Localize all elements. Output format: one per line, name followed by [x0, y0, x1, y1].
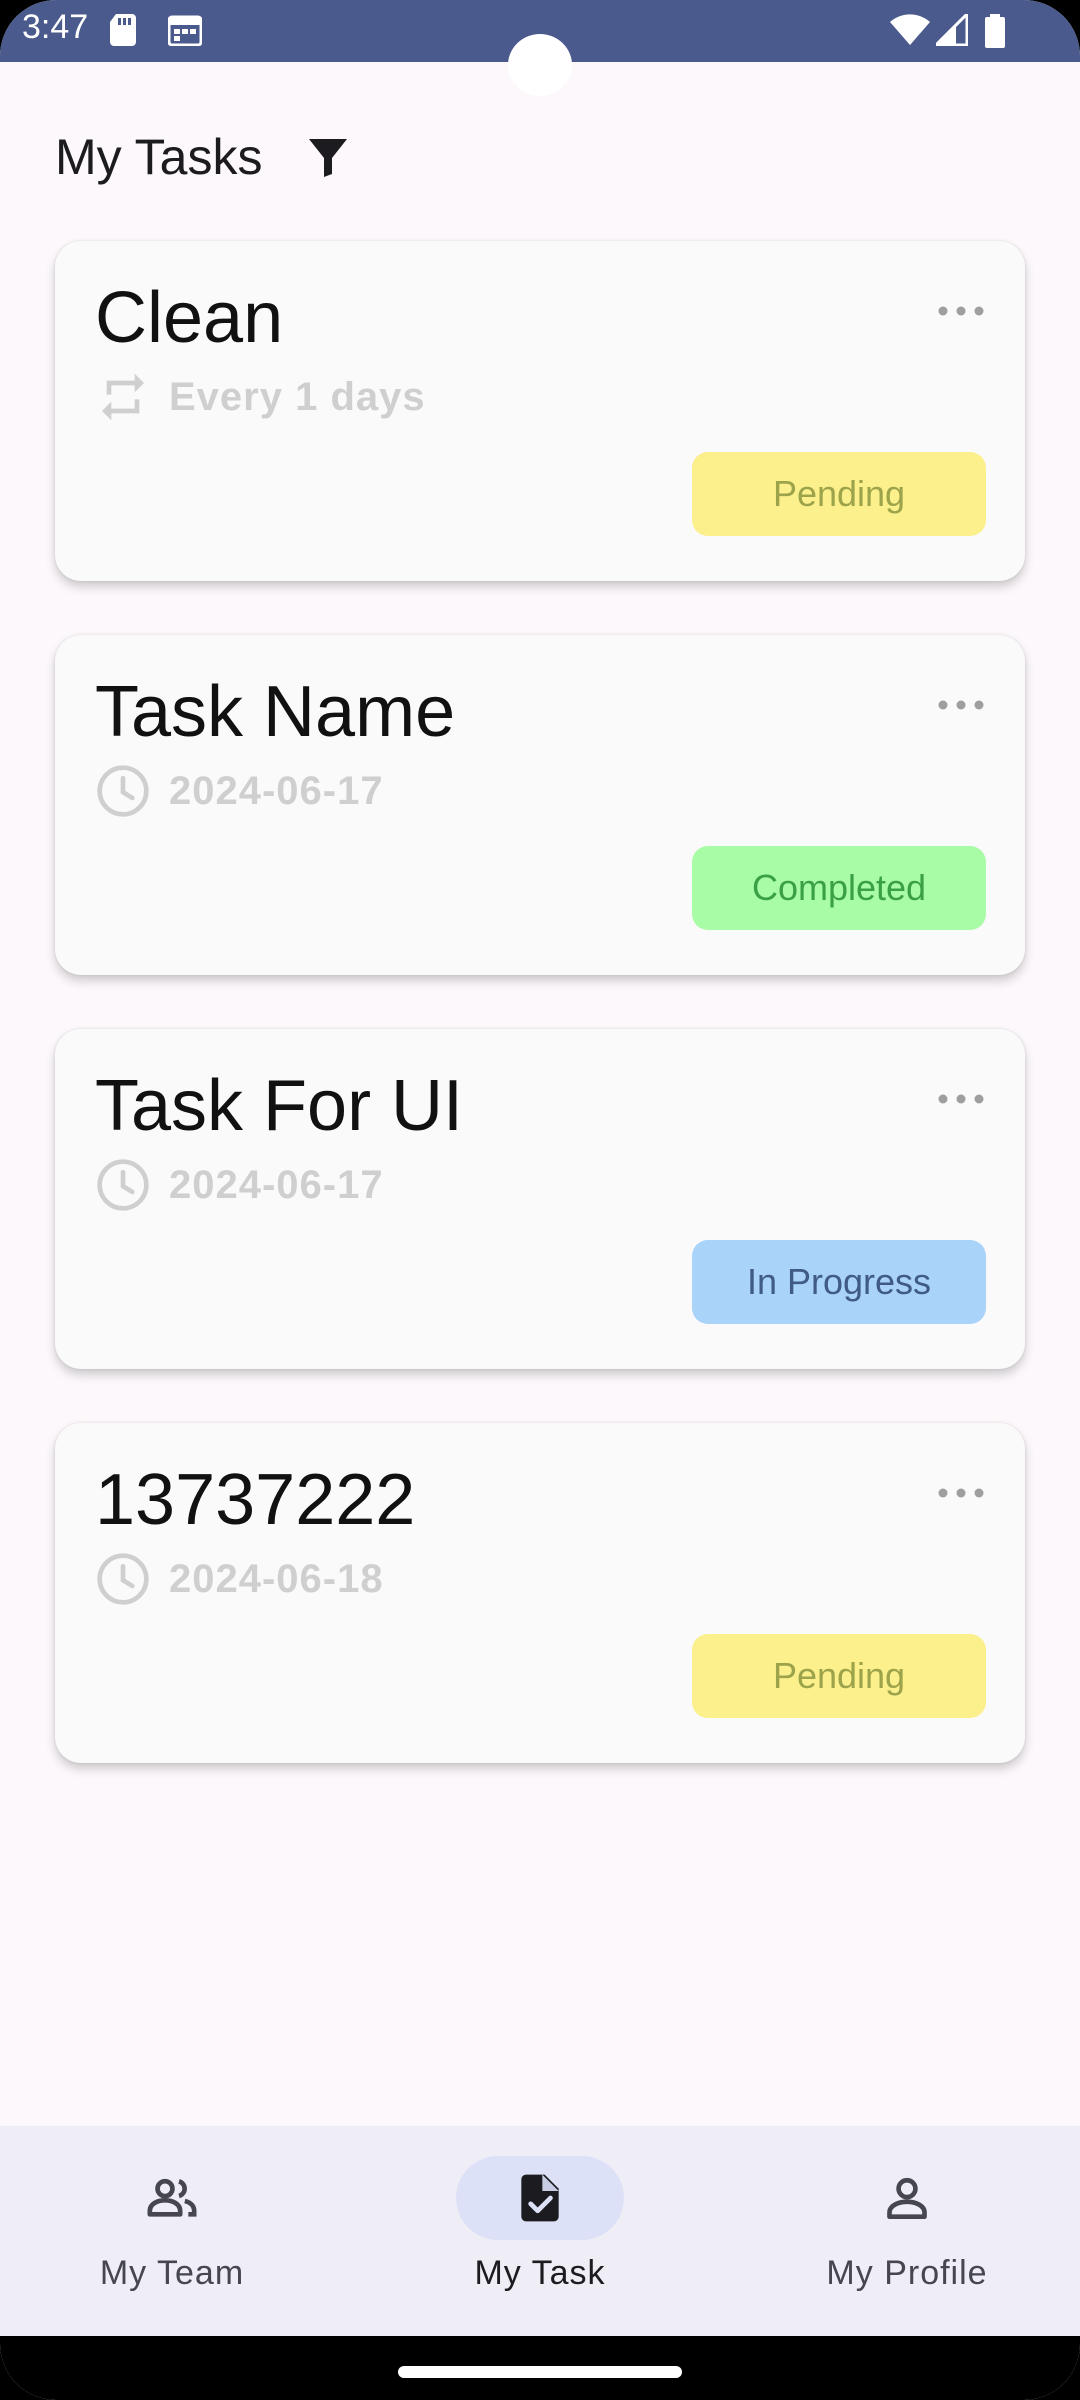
wifi-icon	[890, 14, 930, 45]
signal-icon	[936, 14, 968, 46]
repeat-icon	[102, 373, 144, 421]
nav-icon-container	[823, 2156, 991, 2240]
status-badge: Pending	[692, 1634, 986, 1718]
task-name: Task Name	[95, 672, 456, 752]
task-date-text: 2024-06-18	[169, 1556, 384, 1601]
task-due-date: 2024-06-17	[95, 763, 384, 819]
task-card[interactable]: Task For UI 2024-06-17 In Progress	[55, 1029, 1025, 1369]
task-name: 13737222	[95, 1460, 416, 1540]
task-card[interactable]: 13737222 2024-06-18 Pending	[55, 1423, 1025, 1763]
filter-icon[interactable]	[304, 133, 352, 181]
status-time: 3:47	[22, 8, 89, 46]
task-name: Clean	[95, 278, 284, 358]
calendar-icon	[168, 15, 202, 46]
nav-icon-container	[88, 2156, 256, 2240]
battery-icon	[985, 14, 1005, 48]
gesture-navigation-area	[0, 2336, 1080, 2400]
task-recurrence-text: Every 1 days	[169, 374, 426, 419]
more-options-icon[interactable]	[937, 303, 985, 319]
task-file-icon	[521, 2174, 559, 2222]
clock-icon	[97, 1159, 149, 1211]
task-recurrence: Every 1 days	[95, 369, 426, 425]
task-due-date: 2024-06-18	[95, 1551, 384, 1607]
bottom-navigation: My Team My Task My Profile	[0, 2126, 1080, 2336]
person-icon	[887, 2177, 927, 2219]
camera-cutout	[508, 34, 572, 96]
task-date-text: 2024-06-17	[169, 1162, 384, 1207]
status-badge: Pending	[692, 452, 986, 536]
home-gesture-bar[interactable]	[398, 2366, 682, 2378]
nav-icon-container-active	[456, 2156, 624, 2240]
status-badge: Completed	[692, 846, 986, 930]
task-card[interactable]: Clean Every 1 days Pending	[55, 241, 1025, 581]
app-screen: 3:47 My Tasks Clean Every 1 days Pending…	[0, 0, 1080, 2400]
more-options-icon[interactable]	[937, 1485, 985, 1501]
group-icon	[147, 2178, 197, 2217]
nav-item-my-team[interactable]: My Team	[42, 2156, 302, 2306]
task-date-text: 2024-06-17	[169, 768, 384, 813]
nav-item-my-task[interactable]: My Task	[410, 2156, 670, 2306]
nav-item-my-profile[interactable]: My Profile	[777, 2156, 1037, 2306]
header: My Tasks	[55, 122, 352, 192]
nav-label: My Task	[474, 2254, 606, 2292]
task-due-date: 2024-06-17	[95, 1157, 384, 1213]
page-title: My Tasks	[55, 129, 263, 185]
nav-label: My Profile	[826, 2254, 988, 2292]
status-badge: In Progress	[692, 1240, 986, 1324]
task-name: Task For UI	[95, 1066, 464, 1146]
nav-label: My Team	[99, 2254, 245, 2292]
clock-icon	[97, 765, 149, 817]
task-card[interactable]: Task Name 2024-06-17 Completed	[55, 635, 1025, 975]
more-options-icon[interactable]	[937, 1091, 985, 1107]
more-options-icon[interactable]	[937, 697, 985, 713]
sd-card-icon	[110, 14, 136, 46]
clock-icon	[97, 1553, 149, 1605]
